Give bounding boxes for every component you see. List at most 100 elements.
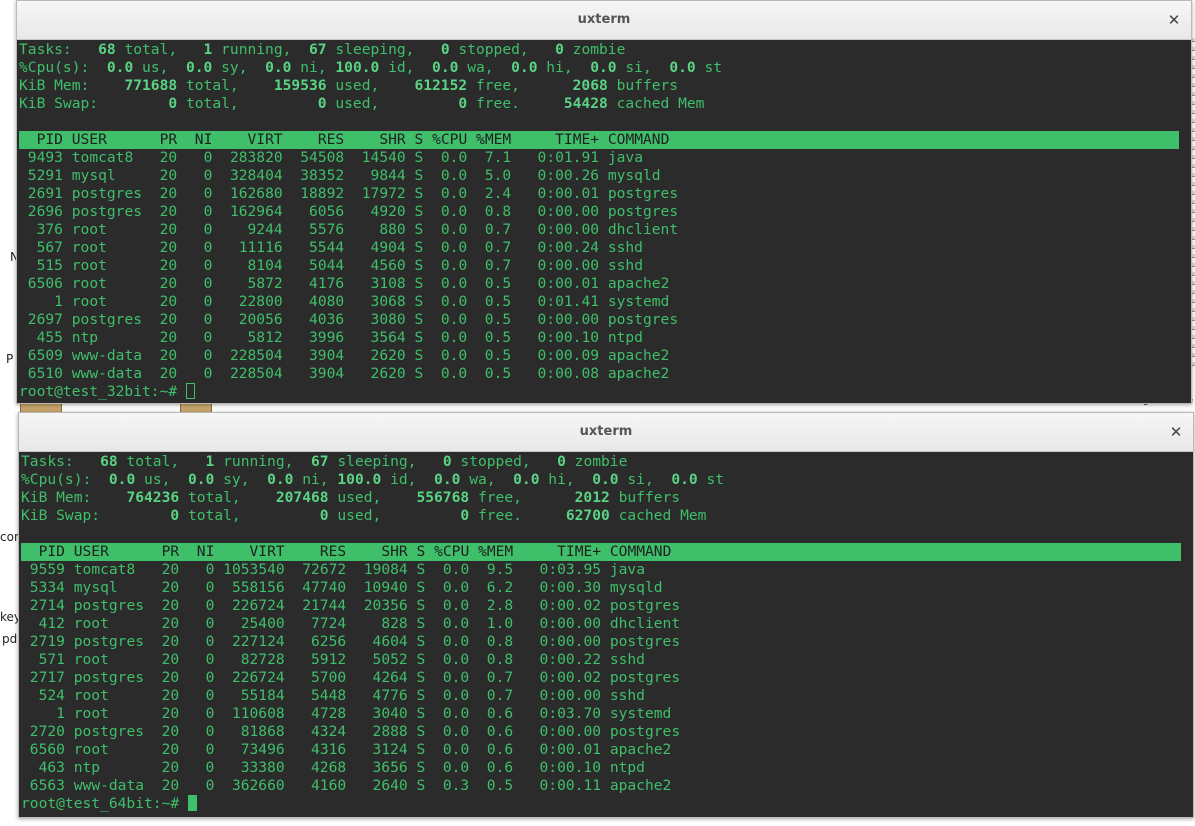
cell-pid: 1 — [54, 293, 63, 310]
process-row[interactable]: 2691 postgres 20 0 162680 18892 17972 S … — [19, 185, 1189, 203]
close-icon: ✕ — [1167, 11, 1181, 29]
process-row[interactable]: 524 root 20 0 55184 5448 4776 S 0.0 0.7 … — [21, 687, 1191, 705]
summary-label: sy, — [223, 471, 250, 488]
shell-prompt: root@test_32bit:~# — [19, 383, 186, 400]
summary-label: id, — [390, 471, 417, 488]
shell-prompt-line[interactable]: root@test_32bit:~# — [19, 383, 1189, 401]
cell-user: root — [73, 615, 109, 632]
cell-mem: 0.8 — [486, 651, 514, 668]
summary-value: 0 — [440, 41, 450, 58]
process-row[interactable]: 2719 postgres 20 0 227124 6256 4604 S 0.… — [21, 633, 1191, 651]
cell-pid: 5334 — [29, 579, 65, 596]
process-row[interactable]: 9493 tomcat8 20 0 283820 54508 14540 S 0… — [19, 149, 1189, 167]
cell-pid: 6509 — [27, 347, 63, 364]
window-titlebar[interactable]: uxterm ✕ — [19, 413, 1193, 452]
column-header-cpu: %CPU — [434, 543, 470, 560]
summary-value: 0.0 — [511, 59, 538, 76]
cell-res: 4036 — [309, 311, 345, 328]
summary-value: 0 — [458, 95, 468, 112]
cell-state: S — [416, 597, 426, 614]
process-row[interactable]: 2697 postgres 20 0 20056 4036 3080 S 0.0… — [19, 311, 1189, 329]
cell-ni: 0 — [203, 365, 213, 382]
process-row[interactable]: 515 root 20 0 8104 5044 4560 S 0.0 0.7 0… — [19, 257, 1189, 275]
terminal-output[interactable]: Tasks: 68 total, 1 running, 67 sleeping,… — [17, 40, 1191, 403]
process-row[interactable]: 1 root 20 0 22800 4080 3068 S 0.0 0.5 0:… — [19, 293, 1189, 311]
cell-virt: 5812 — [247, 329, 283, 346]
cell-ni: 0 — [203, 239, 213, 256]
process-row[interactable]: 9559 tomcat8 20 0 1053540 72672 19084 S … — [21, 561, 1191, 579]
summary-label: KiB Mem: — [19, 77, 90, 94]
cell-time: 0:00.00 — [539, 687, 602, 704]
cell-time: 0:00.01 — [537, 275, 600, 292]
column-header-pid: PID — [38, 543, 65, 560]
shell-prompt-line[interactable]: root@test_64bit:~# — [21, 795, 1191, 813]
summary-label: total, — [187, 507, 241, 524]
terminal-window-64bit[interactable]: uxterm ✕ Tasks: 68 total, 1 running, 67 … — [18, 412, 1194, 818]
process-table-header[interactable]: PID USER PR NI VIRT RES SHR S %CPU %MEM … — [19, 131, 1179, 149]
process-row[interactable]: 412 root 20 0 25400 7724 828 S 0.0 1.0 0… — [21, 615, 1191, 633]
cell-command: apache2 — [607, 365, 670, 382]
column-header-virt: VIRT — [247, 131, 283, 148]
process-row[interactable]: 376 root 20 0 9244 5576 880 S 0.0 0.7 0:… — [19, 221, 1189, 239]
terminal-output[interactable]: Tasks: 68 total, 1 running, 67 sleeping,… — [19, 452, 1193, 817]
column-header-state: S — [416, 543, 426, 560]
cell-time: 0:01.91 — [537, 149, 600, 166]
process-row[interactable]: 2717 postgres 20 0 226724 5700 4264 S 0.… — [21, 669, 1191, 687]
summary-value: 207468 — [275, 489, 329, 506]
cell-pid: 9493 — [27, 149, 63, 166]
summary-value: 0.0 — [265, 59, 292, 76]
summary-value: 0 — [317, 95, 327, 112]
cell-command: apache2 — [609, 777, 672, 794]
summary-value: 0 — [555, 41, 564, 58]
process-row[interactable]: 2714 postgres 20 0 226724 21744 20356 S … — [21, 597, 1191, 615]
terminal-window-32bit[interactable]: uxterm ✕ Tasks: 68 total, 1 running, 67 … — [16, 0, 1192, 404]
cell-res: 5576 — [309, 221, 345, 238]
summary-label: si, — [627, 471, 654, 488]
cell-ni: 0 — [205, 777, 215, 794]
cell-virt: 8104 — [247, 257, 283, 274]
cell-user: root — [71, 257, 107, 274]
process-row[interactable]: 5291 mysql 20 0 328404 38352 9844 S 0.0 … — [19, 167, 1189, 185]
process-table-header[interactable]: PID USER PR NI VIRT RES SHR S %CPU %MEM … — [21, 543, 1181, 561]
cell-pr: 20 — [159, 257, 178, 274]
process-row[interactable]: 6510 www-data 20 0 228504 3904 2620 S 0.… — [19, 365, 1189, 383]
summary-label: running, — [221, 41, 292, 58]
summary-label: cached Mem — [618, 507, 707, 524]
cell-state: S — [414, 221, 424, 238]
cell-cpu: 0.0 — [442, 651, 470, 668]
cell-mem: 0.7 — [484, 221, 512, 238]
cell-cpu: 0.0 — [442, 759, 470, 776]
cell-ni: 0 — [205, 651, 215, 668]
process-row[interactable]: 6563 www-data 20 0 362660 4160 2640 S 0.… — [21, 777, 1191, 795]
process-row[interactable]: 6506 root 20 0 5872 4176 3108 S 0.0 0.5 … — [19, 275, 1189, 293]
cell-command: dhclient — [609, 615, 681, 632]
summary-value: 0.0 — [671, 471, 698, 488]
cell-ni: 0 — [203, 167, 213, 184]
cell-virt: 228504 — [229, 347, 283, 364]
cell-shr: 3080 — [370, 311, 406, 328]
column-header-pr: PR — [161, 543, 180, 560]
cell-command: postgres — [607, 203, 679, 220]
cell-res: 4316 — [311, 741, 347, 758]
process-row[interactable]: 2720 postgres 20 0 81868 4324 2888 S 0.0… — [21, 723, 1191, 741]
close-button[interactable]: ✕ — [1165, 421, 1187, 443]
summary-value: 0 — [460, 507, 470, 524]
cell-command: systemd — [609, 705, 672, 722]
process-row[interactable]: 567 root 20 0 11116 5544 4904 S 0.0 0.7 … — [19, 239, 1189, 257]
process-row[interactable]: 6560 root 20 0 73496 4316 3124 S 0.0 0.6… — [21, 741, 1191, 759]
summary-value: 67 — [309, 41, 327, 58]
close-button[interactable]: ✕ — [1163, 9, 1185, 31]
process-row[interactable]: 455 ntp 20 0 5812 3996 3564 S 0.0 0.5 0:… — [19, 329, 1189, 347]
summary-label: hi, — [548, 471, 575, 488]
process-row[interactable]: 2696 postgres 20 0 162964 6056 4920 S 0.… — [19, 203, 1189, 221]
process-row[interactable]: 571 root 20 0 82728 5912 5052 S 0.0 0.8 … — [21, 651, 1191, 669]
process-row[interactable]: 5334 mysql 20 0 558156 47740 10940 S 0.0… — [21, 579, 1191, 597]
cell-mem: 5.0 — [484, 167, 512, 184]
cell-state: S — [414, 347, 424, 364]
process-row[interactable]: 463 ntp 20 0 33380 4268 3656 S 0.0 0.6 0… — [21, 759, 1191, 777]
process-row[interactable]: 6509 www-data 20 0 228504 3904 2620 S 0.… — [19, 347, 1189, 365]
cell-user: tomcat8 — [73, 561, 136, 578]
window-titlebar[interactable]: uxterm ✕ — [17, 1, 1191, 40]
process-row[interactable]: 1 root 20 0 110608 4728 3040 S 0.0 0.6 0… — [21, 705, 1191, 723]
